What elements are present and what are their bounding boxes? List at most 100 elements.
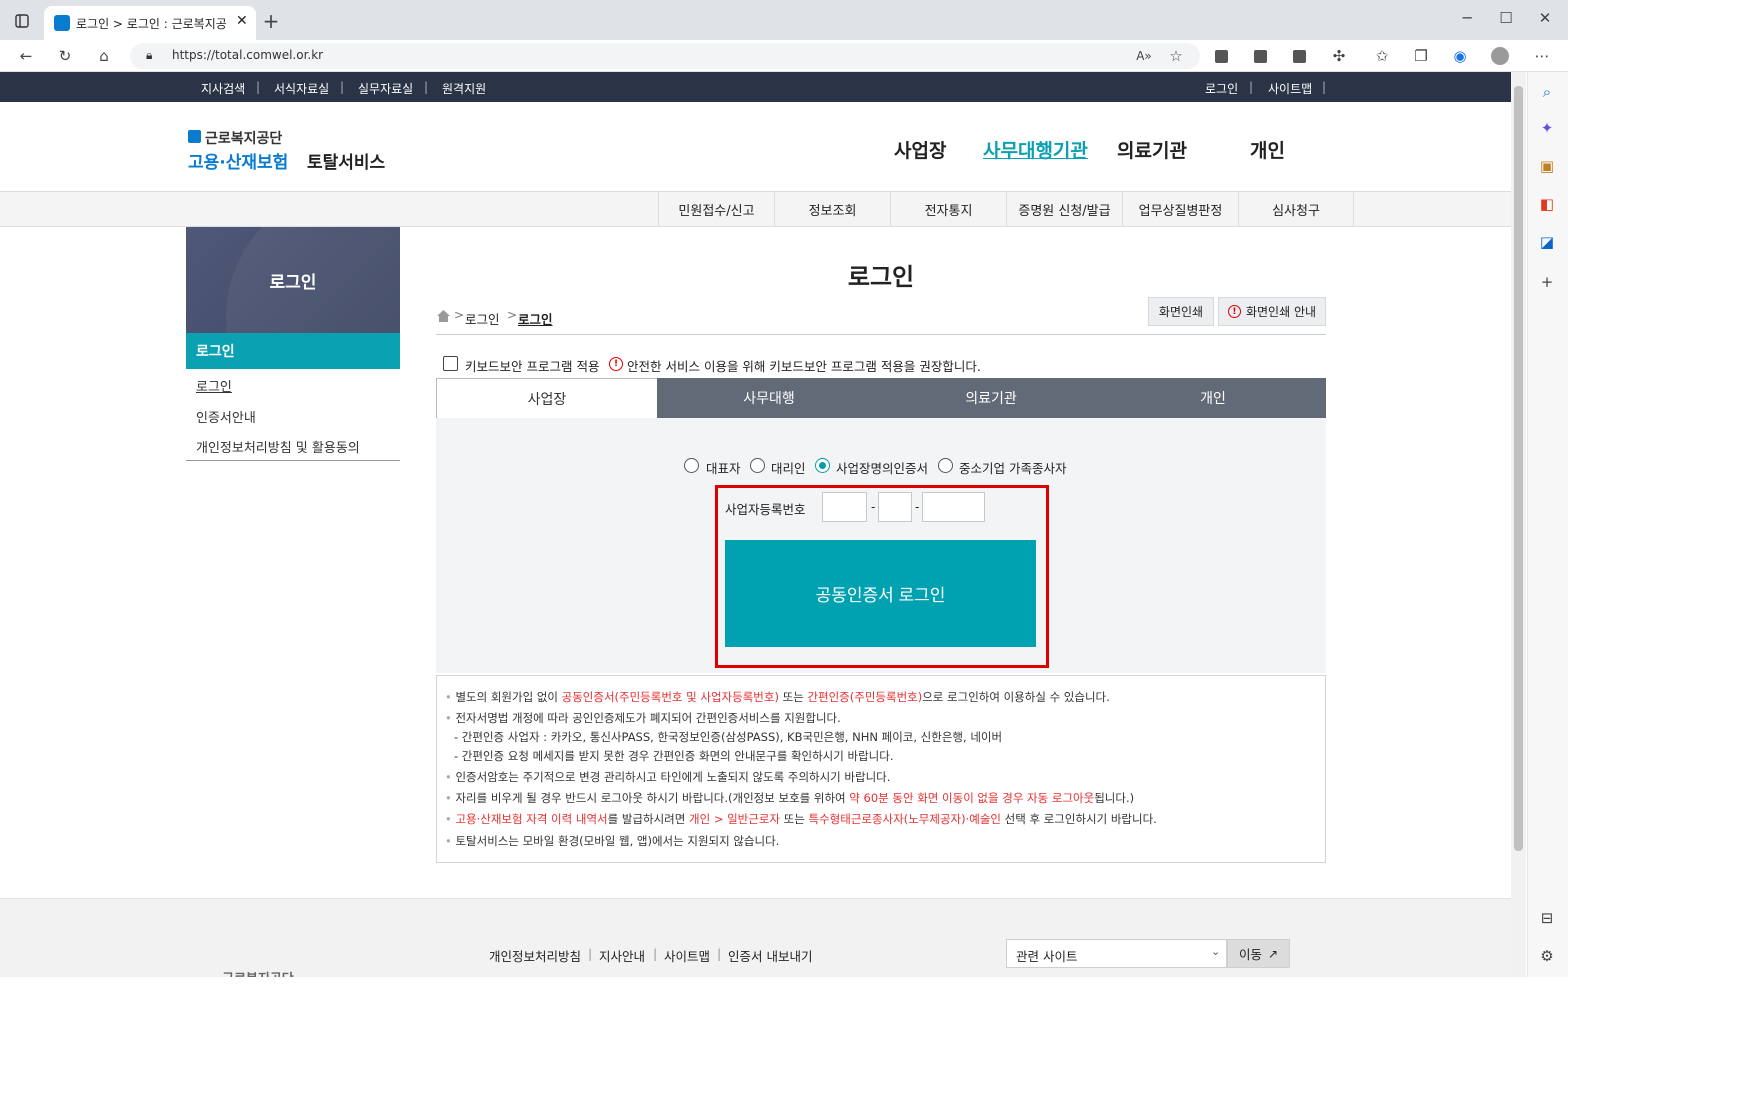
radio-label-business-certificate: 사업장명의인증서 xyxy=(836,461,929,476)
login-type-tabs: 사업장 사무대행 의료기관 개인 xyxy=(436,378,1326,418)
edge-icon[interactable]: ◉ xyxy=(1448,44,1472,68)
home-breadcrumb-icon[interactable] xyxy=(436,309,451,323)
main-nav-workplace[interactable]: 사업장 xyxy=(894,136,946,163)
comwel-logo-icon xyxy=(188,130,201,143)
page-scrollbar[interactable] xyxy=(1511,72,1526,977)
footer-link-sitemap[interactable]: 사이트맵 xyxy=(664,946,710,965)
tab-title: 로그인 > 로그인 : 근로복지공단 ... xyxy=(76,17,226,31)
topbar-link-practice-materials[interactable]: 실무자료실 xyxy=(358,80,413,97)
topbar-link-branch-search[interactable]: 지사검색 xyxy=(201,80,245,97)
tab-medical[interactable]: 의료기관 xyxy=(880,378,1102,418)
bullet: • xyxy=(445,834,456,848)
outlook-icon[interactable]: ◪ xyxy=(1535,230,1559,254)
go-button[interactable]: 이동 ↗ xyxy=(1227,939,1290,968)
subnav-complaint[interactable]: 민원접수/신고 xyxy=(658,192,774,227)
copilot-icon[interactable]: ✦ xyxy=(1535,116,1559,140)
radio-business-certificate[interactable] xyxy=(815,458,830,473)
sub-navigation: 민원접수/신고 정보조회 전자통지 증명원 신청/발급 업무상질병판정 심사청구 xyxy=(0,192,1511,227)
window-close-icon[interactable]: ✕ xyxy=(1533,6,1557,30)
biz-number-part1-input[interactable] xyxy=(822,492,867,522)
back-icon[interactable]: ← xyxy=(14,44,38,68)
print-screen-button[interactable]: 화면인쇄 xyxy=(1148,297,1214,326)
extensions-icon[interactable]: ✣ xyxy=(1327,44,1351,68)
topbar-link-login[interactable]: 로그인 xyxy=(1205,80,1238,97)
radio-family-worker[interactable] xyxy=(938,458,953,473)
separator: | xyxy=(1249,80,1254,94)
keyboard-security-label: 키보드보안 프로그램 적용 xyxy=(465,359,600,374)
address-bar[interactable]: 🔒︎ https://total.comwel.or.kr xyxy=(130,43,1200,69)
favorites-icon[interactable]: ✩ xyxy=(1370,44,1394,68)
url-text: https://total.comwel.or.kr xyxy=(172,48,324,62)
add-sidebar-app-icon[interactable]: + xyxy=(1535,270,1559,294)
subnav-review-request[interactable]: 심사청구 xyxy=(1238,192,1354,227)
browser-tab[interactable]: 로그인 > 로그인 : 근로복지공단 ... ✕ xyxy=(44,6,256,40)
settings-gear-icon[interactable]: ⚙ xyxy=(1535,944,1559,968)
browser-toolbar: ← ↻ ⌂ 🔒︎ https://total.comwel.or.kr A» ☆… xyxy=(0,40,1568,72)
subnav-occupational-disease[interactable]: 업무상질병판정 xyxy=(1122,192,1238,227)
notice-line-5: • 인증서암호는 주기적으로 변경 관리하시고 타인에게 노출되지 않도록 주의… xyxy=(445,769,890,785)
edge-sidebar: ⌕ ✦ ▣ ◧ ◪ + ⊟ ⚙ xyxy=(1527,72,1568,977)
sidebar-title-text: 로그인 xyxy=(269,272,317,293)
more-menu-icon[interactable]: ⋯ xyxy=(1530,44,1554,68)
notice-highlight: 개인 > 일반근로자 xyxy=(689,812,781,826)
add-favorite-icon[interactable]: ☆ xyxy=(1164,44,1188,68)
footer-link-privacy[interactable]: 개인정보처리방침 xyxy=(489,946,581,965)
notice-text: 전자서명법 개정에 따라 공인인증제도가 폐지되어 간편인증서비스를 지원합니다… xyxy=(455,711,841,725)
subnav-info-lookup[interactable]: 정보조회 xyxy=(774,192,890,227)
extension-1-icon[interactable] xyxy=(1209,44,1233,68)
print-guide-button[interactable]: ! 화면인쇄 안내 xyxy=(1218,297,1326,326)
profile-avatar-icon[interactable] xyxy=(1488,44,1512,68)
sidebar-item-login[interactable]: 로그인 xyxy=(196,376,232,395)
biz-number-part2-input[interactable] xyxy=(878,492,912,522)
collections-icon[interactable]: ❐ xyxy=(1409,44,1433,68)
footer-link-export-cert[interactable]: 인증서 내보내기 xyxy=(728,946,812,965)
topbar-link-sitemap[interactable]: 사이트맵 xyxy=(1268,80,1312,97)
home-icon[interactable]: ⌂ xyxy=(92,44,116,68)
related-sites-select[interactable]: 관련 사이트 ⌄ xyxy=(1006,939,1227,968)
shopping-icon[interactable]: ▣ xyxy=(1535,154,1559,178)
sidebar-toggle-icon[interactable]: ⊟ xyxy=(1535,906,1559,930)
minimize-icon[interactable]: ─ xyxy=(1455,6,1479,30)
keyboard-security-note: 안전한 서비스 이용을 위해 키보드보안 프로그램 적용을 권장합니다. xyxy=(627,359,981,374)
tab-agency[interactable]: 사무대행 xyxy=(658,378,880,418)
footer-link-branches[interactable]: 지사안내 xyxy=(599,946,645,965)
notice-highlight: 간편인증(주민등록번호) xyxy=(807,690,923,704)
tab-individual[interactable]: 개인 xyxy=(1102,378,1324,418)
subnav-e-notice[interactable]: 전자통지 xyxy=(890,192,1006,227)
sidebar-item-cert-guide[interactable]: 인증서안내 xyxy=(196,407,256,426)
sidebar-item-privacy[interactable]: 개인정보처리방침 및 활용동의 xyxy=(196,437,360,456)
page-title: 로그인 xyxy=(847,263,915,291)
scrollbar-thumb[interactable] xyxy=(1514,86,1523,851)
subnav-certificate[interactable]: 증명원 신청/발급 xyxy=(1006,192,1122,227)
breadcrumb-current[interactable]: 로그인 xyxy=(518,309,553,328)
extension-2-icon[interactable] xyxy=(1248,44,1272,68)
breadcrumb-item[interactable]: 로그인 xyxy=(465,309,500,328)
radio-representative[interactable] xyxy=(684,458,699,473)
tab-workplace[interactable]: 사업장 xyxy=(436,378,657,418)
read-aloud-icon[interactable]: A» xyxy=(1132,44,1156,68)
reload-icon[interactable]: ↻ xyxy=(53,44,77,68)
search-icon[interactable]: ⌕ xyxy=(1535,80,1559,104)
notice-text: 인증서암호는 주기적으로 변경 관리하시고 타인에게 노출되지 않도록 주의하시… xyxy=(455,770,891,784)
close-tab-icon[interactable]: ✕ xyxy=(236,13,248,29)
main-nav-medical[interactable]: 의료기관 xyxy=(1117,136,1187,163)
office-icon[interactable]: ◧ xyxy=(1535,192,1559,216)
new-tab-icon[interactable]: + xyxy=(259,9,283,33)
site-header: 근로복지공단 고용·산재보험 토탈서비스 사업장 사무대행기관 의료기관 개인 xyxy=(0,102,1511,192)
sidebar-active-section[interactable]: 로그인 xyxy=(186,333,400,369)
biz-number-part3-input[interactable] xyxy=(922,492,985,522)
notice-line-6: • 자리를 비우게 될 경우 반드시 로그아웃 하시기 바랍니다.(개인정보 보… xyxy=(445,790,1134,806)
breadcrumb-arrow-icon: > xyxy=(454,308,465,322)
topbar-link-forms[interactable]: 서식자료실 xyxy=(274,80,329,97)
notice-highlight: 약 60분 동안 화면 이동이 없을 경우 자동 로그아웃 xyxy=(849,791,1095,805)
radio-agent[interactable] xyxy=(750,458,765,473)
maximize-icon[interactable]: ☐ xyxy=(1494,6,1518,30)
sidebar-title: 로그인 xyxy=(186,227,400,333)
keyboard-security-checkbox[interactable] xyxy=(443,356,458,371)
certificate-login-button[interactable]: 공동인증서 로그인 xyxy=(725,540,1036,647)
tab-actions-icon[interactable] xyxy=(10,9,34,33)
topbar-link-remote-support[interactable]: 원격지원 xyxy=(442,80,486,97)
main-nav-agency[interactable]: 사무대행기관 xyxy=(983,136,1088,163)
extension-3-icon[interactable] xyxy=(1287,44,1311,68)
main-nav-individual[interactable]: 개인 xyxy=(1250,136,1285,163)
